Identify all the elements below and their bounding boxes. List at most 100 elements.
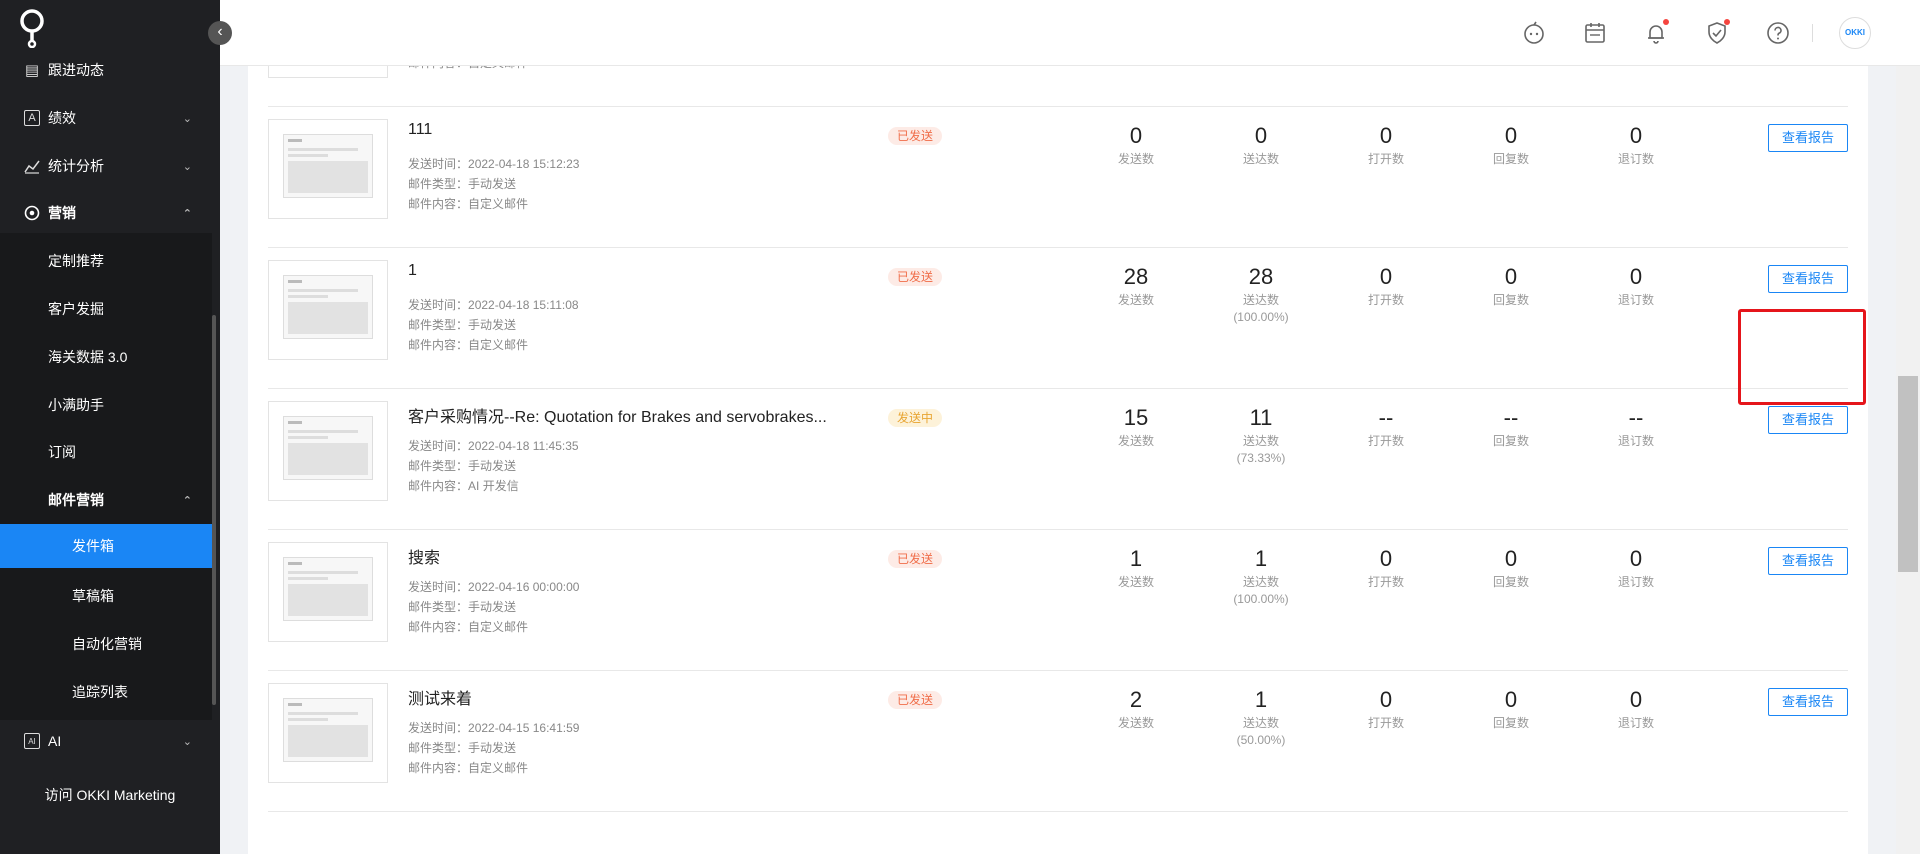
mail-type-text: 邮件类型：手动发送 [408,316,516,333]
email-thumbnail[interactable] [268,401,388,501]
view-report-button[interactable]: 查看报告 [1768,688,1848,716]
stat-value: 0 [1379,687,1393,712]
stat-value: 0 [1129,123,1143,148]
stat-label: 送达数 [1242,434,1279,448]
table-row: 客户采购情况--Re: Quotation for Brakes and ser… [268,389,1848,530]
stat-value: 0 [1254,123,1268,148]
sidebar-item-custom-recommend[interactable]: 定制推荐 [0,237,212,285]
calendar-icon[interactable] [1583,21,1607,45]
stat-value: 1 [1129,546,1143,571]
stat-replied: 0 回复数 [1461,262,1561,308]
calendar-list-icon: ▤ [24,62,40,79]
ai-icon: AI [24,733,40,749]
stat-value: 0 [1504,264,1518,289]
view-report-button[interactable]: 查看报告 [1768,547,1848,575]
stat-label: 退订数 [1617,575,1654,589]
sidebar-item-customer-discovery[interactable]: 客户发掘 [0,285,212,333]
stat-label: 发送数 [1117,575,1154,589]
view-report-button[interactable]: 查看报告 [1768,406,1848,434]
collapse-sidebar-button[interactable]: ‹ [208,21,232,45]
status-badge: 发送中 [888,409,943,427]
mail-type-label: 邮件类型： [408,177,469,191]
sidebar-item-ai[interactable]: AI AI ⌄ [0,717,212,765]
stat-label: 打开数 [1367,293,1404,307]
help-icon[interactable] [1766,21,1790,45]
stat-opened: 0 打开数 [1336,685,1436,731]
email-preview-icon [283,416,373,480]
send-time-value: 2022-04-16 00:00:00 [468,580,580,594]
letter-a-icon: A [24,110,40,126]
sidebar-item-label: 订阅 [48,444,76,460]
stat-value: -- [1378,405,1394,430]
email-thumbnail[interactable] [268,119,388,219]
visit-okki-marketing-link[interactable]: 访问 OKKI Marketing [0,785,220,805]
highlight-box [1738,309,1866,405]
stat-label: 送达数 [1242,716,1279,730]
stat-delivered: 11 送达数 (73.33%) [1211,403,1311,467]
sidebar-item-subscription[interactable]: 订阅 [0,428,212,476]
sidebar-item-customs-data[interactable]: 海关数据 3.0 [0,333,212,381]
mail-type-label: 邮件类型： [408,741,469,755]
sidebar-item-tracking-list[interactable]: 追踪列表 [0,668,212,716]
campaign-title[interactable]: 测试来着 [408,685,472,709]
avatar[interactable]: OKKI [1839,17,1871,49]
stat-unsub: 0 退订数 [1586,262,1686,308]
campaign-title[interactable]: 111 [408,121,432,139]
sidebar-item-email-marketing[interactable]: 邮件营销 ⌃ [0,476,212,524]
sidebar-item-label: 海关数据 3.0 [48,349,128,365]
send-time-text: 发送时间：2022-04-15 16:41:59 [408,719,579,736]
stat-delivered: 0 送达数 [1211,121,1311,167]
sidebar-item-assistant[interactable]: 小满助手 [0,381,212,429]
robot-assistant-icon[interactable] [1522,21,1546,45]
sidebar-item-drafts[interactable]: 草稿箱 [0,572,212,620]
campaign-title[interactable]: 1 [408,262,417,280]
mail-content-text: 邮件内容：自定义邮件 [408,759,528,776]
mail-content-value: 自定义邮件 [468,620,529,634]
stat-unsub: 0 退订数 [1586,685,1686,731]
campaign-title[interactable]: 搜索 [408,544,440,568]
stat-label: 退订数 [1617,434,1654,448]
sidebar-item-performance[interactable]: A 绩效 ⌄ [0,94,212,142]
line-chart-icon [24,158,40,174]
sidebar-item-marketing[interactable]: 营销 ⌃ [0,189,212,237]
sidebar-item-statistics[interactable]: 统计分析 ⌄ [0,142,212,190]
email-thumbnail[interactable] [268,260,388,360]
stat-delivered: 1 送达数 (50.00%) [1211,685,1311,749]
email-thumbnail[interactable] [268,683,388,783]
stat-label: 打开数 [1367,152,1404,166]
email-preview-icon [283,698,373,762]
stat-delivered: 1 送达数 (100.00%) [1211,544,1311,608]
stat-label: 回复数 [1492,293,1529,307]
mail-content-text: 邮件内容：自定义邮件 [408,618,528,635]
stat-delivered: 28 送达数 (100.00%) [1211,262,1311,326]
mail-content-label: 邮件内容： [408,479,469,493]
status-badge: 已发送 [888,127,943,145]
view-report-button[interactable]: 查看报告 [1768,265,1848,293]
stat-value: 11 [1249,405,1273,430]
stat-sent: 1 发送数 [1086,544,1186,590]
stat-value: 1 [1254,687,1268,712]
stat-label: 发送数 [1117,152,1154,166]
stat-value: -- [1628,405,1644,430]
view-report-button[interactable]: 查看报告 [1768,124,1848,152]
stat-replied: -- 回复数 [1461,403,1561,449]
page-scroll-thumb[interactable] [1898,376,1918,572]
sidebar-item-outbox[interactable]: 发件箱 [0,524,212,568]
mail-content-text: 邮件内容：自定义邮件 [408,195,528,212]
mail-content-label: 邮件内容： [408,761,469,775]
sidebar-item-followup[interactable]: ▤ 跟进动态 [0,46,212,94]
table-row: 搜索 发送时间：2022-04-16 00:00:00 邮件类型：手动发送 邮件内容：… [268,530,1848,671]
sidebar-item-label: 营销 [48,205,76,221]
okki-logo-icon[interactable] [18,8,46,48]
sidebar-item-label: 邮件营销 [48,492,104,508]
stat-label: 退订数 [1617,716,1654,730]
stat-value: 15 [1123,405,1149,430]
mail-content-label: 邮件内容： [408,620,469,634]
mail-content-value: 自定义邮件 [468,197,529,211]
chevron-up-icon: ⌃ [182,207,192,220]
campaign-title[interactable]: 客户采购情况--Re: Quotation for Brakes and ser… [408,403,827,427]
sidebar-item-automation[interactable]: 自动化营销 [0,620,212,668]
sidebar-scrollbar[interactable] [212,315,216,705]
table-row: 111 发送时间：2022-04-18 15:12:23 邮件类型：手动发送 邮件内容… [268,107,1848,248]
email-thumbnail[interactable] [268,542,388,642]
